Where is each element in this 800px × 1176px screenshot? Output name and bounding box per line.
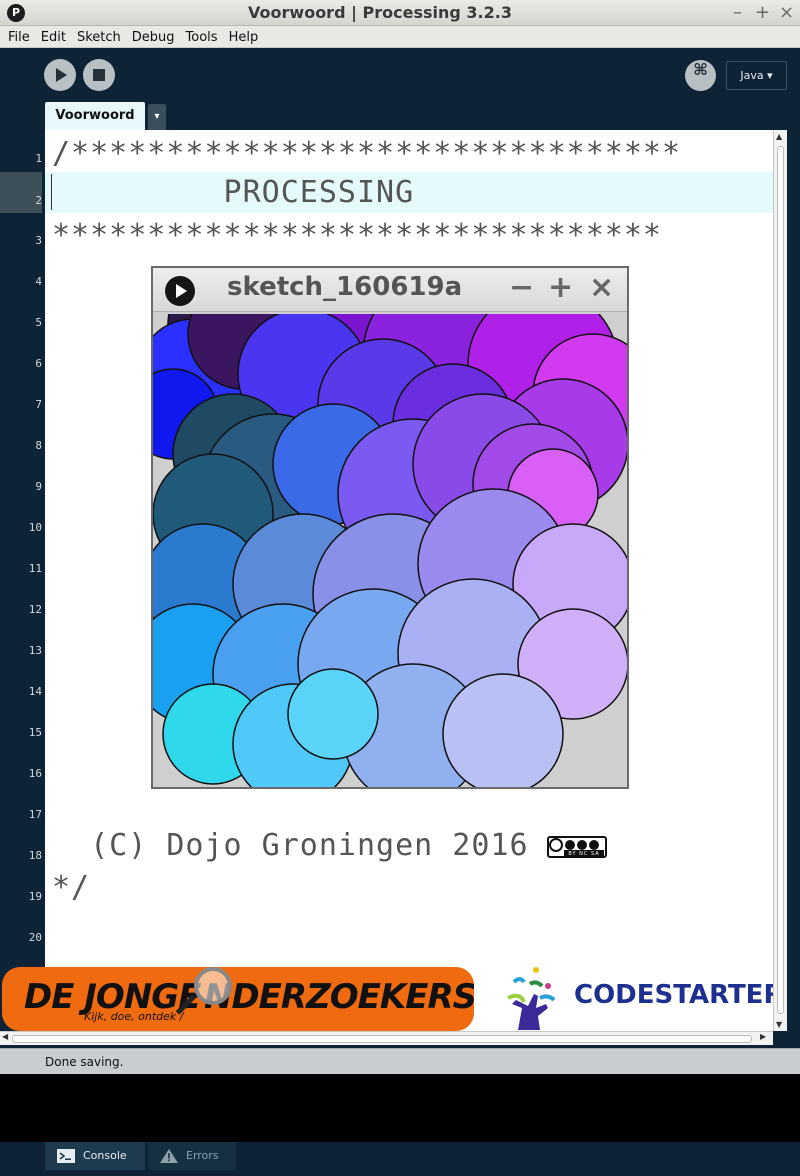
line-number: 3 [35,234,42,247]
line-number: 11 [28,562,42,575]
logo-tagline: Kijk, doe, ontdek / [84,1010,184,1023]
code-editor[interactable]: /******************************** PROCES… [45,130,773,1031]
line-number: 6 [35,357,42,370]
code-line-19: */ [52,870,91,905]
line-number: 4 [35,275,42,288]
sketch-maximize-icon: + [548,270,574,305]
horizontal-scrollbar[interactable]: ◀ ▶ [0,1031,773,1045]
tab-menu-button[interactable]: ▾ [148,104,166,130]
window-maximize-button[interactable]: + [755,2,770,23]
code-line-2: PROCESSING [52,175,415,210]
stop-button[interactable] [83,59,115,91]
menu-tools[interactable]: Tools [178,27,221,45]
codestarter-mascot-icon [507,967,556,1030]
console-tabs: Console Errors [0,1142,800,1176]
scroll-right-icon[interactable]: ▶ [760,1032,766,1041]
console-output[interactable] [0,1074,800,1142]
line-number: 16 [28,767,42,780]
scroll-down-icon[interactable]: ▼ [776,1020,782,1029]
horizontal-scroll-thumb[interactable] [12,1035,752,1043]
menu-help[interactable]: Help [221,27,262,45]
sketch-window-image: sketch_160619a − + × [151,266,629,789]
de-jonge-onderzoekers-logo: DE JONGE NDERZOEKERS Kijk, doe, ontdek / [2,967,474,1031]
sketch-titlebar: sketch_160619a − + × [153,268,627,312]
menu-edit[interactable]: Edit [33,27,69,45]
sketch-app-icon [165,276,195,306]
window-minimize-button[interactable]: – [733,2,742,23]
line-number: 17 [28,808,42,821]
cc-label: BY NC SA [568,851,599,857]
tab-console[interactable]: Console [45,1142,145,1170]
status-message: Done saving. [45,1055,124,1069]
logo-text-onderzoekers: NDERZOEKERS [204,977,474,1017]
status-bar: Done saving. [0,1048,800,1074]
debug-button[interactable]: ⌘ [685,60,716,91]
window-titlebar: P Voorwoord | Processing 3.2.3 – + × [0,0,800,26]
sketch-canvas [153,314,627,787]
line-number: 5 [35,316,42,329]
copyright-text: (C) Dojo Groningen 2016 [52,828,529,863]
line-number: 14 [28,685,42,698]
window-close-button[interactable]: × [779,2,794,23]
tab-console-label: Console [83,1149,127,1162]
line-number: 9 [35,480,42,493]
code-line-1: /******************************** [52,136,682,171]
sketch-close-icon: × [589,270,615,305]
code-line-3: ******************************** [52,218,662,253]
line-number: 8 [35,439,42,452]
codestarter-logo: CODESTARTER [500,964,783,1031]
run-icon [56,68,67,82]
menu-sketch[interactable]: Sketch [69,27,124,45]
line-number: 10 [28,521,42,534]
debug-icon: ⌘ [693,60,708,79]
mode-selector[interactable]: Java ▾ [726,61,787,90]
console-icon [57,1149,75,1163]
sketch-minimize-icon: − [509,270,535,305]
vertical-scrollbar[interactable]: ▲ ▼ [773,130,787,1031]
stop-icon [93,69,105,81]
warning-icon [160,1149,178,1163]
line-number: 19 [28,890,42,903]
scroll-up-icon[interactable]: ▲ [776,132,782,141]
logo-text-codestarter: CODESTARTER [574,980,784,1010]
creative-commons-badge: BY NC SA [546,835,607,858]
line-number: 2 [0,172,42,213]
line-number: 1 [35,152,42,165]
menu-debug[interactable]: Debug [124,27,178,45]
line-number-gutter: 1 2 3 4 5 6 7 8 9 10 11 12 13 14 15 16 1… [0,130,45,1031]
menu-file[interactable]: File [0,27,33,45]
line-number: 12 [28,603,42,616]
menu-bar: File Edit Sketch Debug Tools Help [0,26,800,48]
vertical-scroll-thumb[interactable] [777,146,784,1014]
scroll-left-icon[interactable]: ◀ [2,1032,8,1041]
line-number: 20 [28,931,42,944]
line-number: 7 [35,398,42,411]
code-line-18: (C) Dojo Groningen 2016 BY NC SA [52,828,607,863]
run-button[interactable] [44,59,76,91]
line-number: 15 [28,726,42,739]
tab-errors-label: Errors [186,1149,219,1162]
line-number: 18 [28,849,42,862]
sketch-title: sketch_160619a [227,272,463,302]
tab-errors[interactable]: Errors [148,1142,236,1170]
tab-voorwoord[interactable]: Voorwoord [45,102,145,130]
window-title: Voorwoord | Processing 3.2.3 [248,3,512,22]
line-number: 13 [28,644,42,657]
magnifier-icon [194,967,232,1005]
